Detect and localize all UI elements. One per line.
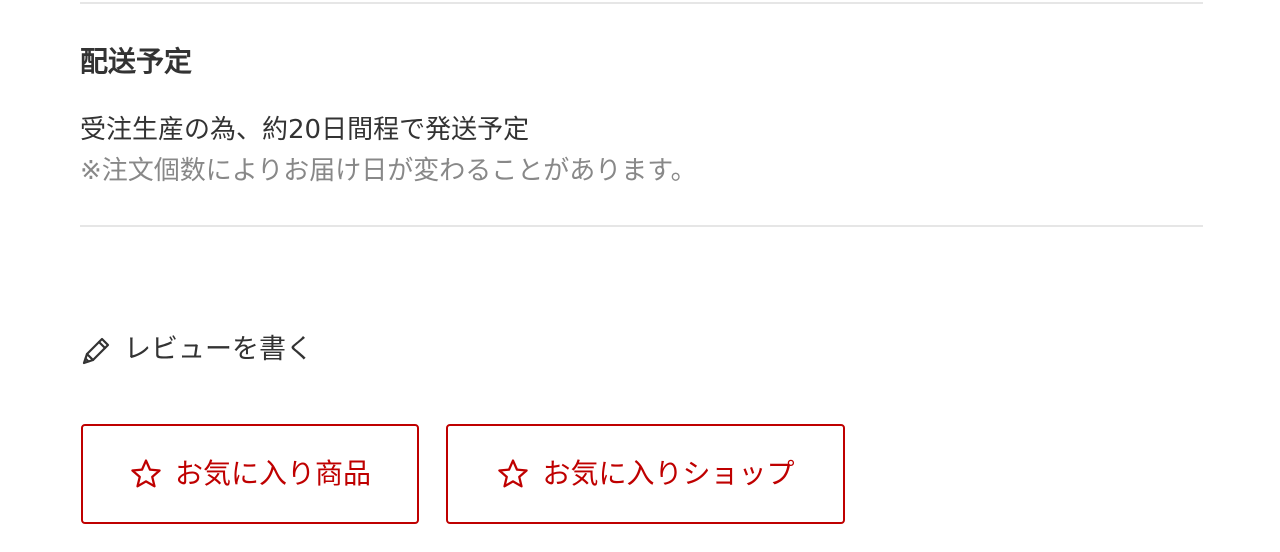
section-divider — [80, 225, 1203, 227]
star-outline-icon — [496, 457, 530, 491]
favorite-shop-label: お気に入りショップ — [542, 457, 795, 490]
shipping-note-text: ※注文個数によりお届け日が変わることがあります。 — [80, 156, 697, 186]
star-outline-icon — [129, 457, 163, 491]
pencil-icon — [80, 333, 114, 367]
write-review-label: レビューを書く — [124, 334, 313, 365]
write-review-link[interactable]: レビューを書く — [80, 330, 313, 370]
favorite-shop-button[interactable]: お気に入りショップ — [446, 424, 845, 524]
favorite-item-button[interactable]: お気に入り商品 — [81, 424, 419, 524]
top-divider — [80, 2, 1203, 4]
shipping-schedule-text: 受注生産の為、約20日間程で発送予定 — [80, 115, 530, 145]
favorite-item-label: お気に入り商品 — [174, 457, 371, 490]
shipping-heading: 配送予定 — [80, 45, 193, 78]
